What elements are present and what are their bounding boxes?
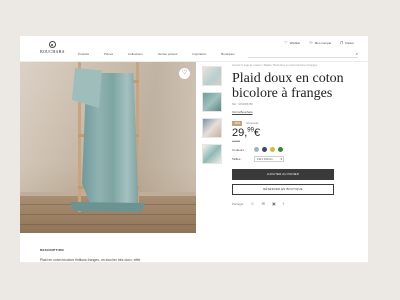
thumbnail-image[interactable] <box>202 118 222 138</box>
browser-window: BOUCHARA Produits Pièces Collections Ven… <box>20 36 368 262</box>
nav-item-collections[interactable]: Collections <box>128 52 143 56</box>
share-row: Partager ☺ ✉ ▣ f <box>232 201 358 206</box>
product-price: 29,99€ <box>232 127 358 139</box>
header-utilities: ♡ Wishlist ⚇ Mon compte ⊓ Panier <box>275 40 354 45</box>
badge-row: -30% Nouveauté <box>232 121 358 126</box>
size-label: Tailles : <box>232 157 243 161</box>
old-price: 42,99€ <box>232 140 240 143</box>
nav-item-pieces[interactable]: Pièces <box>104 52 113 56</box>
nav-item-boutiques[interactable]: Boutiques <box>221 52 234 56</box>
heart-icon: ♡ <box>181 70 188 76</box>
color-swatch-navy[interactable] <box>262 147 267 152</box>
site-header: BOUCHARA Produits Pièces Collections Ven… <box>20 36 368 62</box>
wishlist-label: Wishlist <box>289 40 301 45</box>
cart-label: Panier <box>345 40 354 45</box>
share-label: Partager <box>232 201 244 206</box>
account-label: Mon compte <box>314 40 332 45</box>
color-selector: Couleurs : <box>232 147 358 152</box>
color-swatch-green[interactable] <box>278 147 283 152</box>
size-selector: Tailles : 130 x 160 cm ▾ <box>232 156 358 162</box>
thumbnail-image[interactable] <box>202 92 222 112</box>
color-swatch-yellow[interactable] <box>270 147 275 152</box>
price-main: 29, <box>232 127 248 139</box>
nav-item-produits[interactable]: Produits <box>78 52 89 56</box>
user-icon: ⚇ <box>309 40 313 45</box>
search-input[interactable]: ⌕ <box>248 51 358 58</box>
color-label: Couleurs : <box>232 147 246 152</box>
product-info: Accueil / Linge de maison / Plaids / Pla… <box>232 64 358 206</box>
breadcrumb[interactable]: Accueil / Linge de maison / Plaids / Pla… <box>232 64 358 67</box>
color-swatch-blue[interactable] <box>254 147 259 152</box>
product-title: Plaid doux en coton bicolore à franges <box>232 71 344 101</box>
image-thumbnails <box>202 66 222 170</box>
description-title: DESCRIPTION <box>40 248 64 252</box>
price-currency: € <box>253 127 261 139</box>
chevron-down-icon: ▾ <box>280 157 282 161</box>
product-description: DESCRIPTION Plaid en coton bicolore fini… <box>40 248 340 262</box>
blanket-fringe <box>70 202 145 212</box>
heart-icon: ♡ <box>284 40 288 45</box>
thumbnail-image[interactable] <box>202 66 222 86</box>
bag-icon: ⊓ <box>340 40 344 45</box>
main-nav: Produits Pièces Collections Ventes privé… <box>78 52 250 56</box>
add-to-cart-button[interactable]: AJOUTER AU PANIER <box>232 169 334 180</box>
brand-link[interactable]: Voir la Bouchara <box>232 110 358 114</box>
size-value: 130 x 160 cm <box>257 158 273 161</box>
add-to-wishlist-button[interactable]: ♡ <box>179 68 190 79</box>
product-main-image[interactable]: ♡ <box>20 62 196 233</box>
brand-logo[interactable]: BOUCHARA <box>40 41 65 54</box>
account-link[interactable]: ⚇ Mon compte <box>309 40 331 45</box>
logo-text: BOUCHARA <box>40 49 65 54</box>
discount-badge: -30% <box>232 121 243 126</box>
pinterest-icon[interactable]: ☺ <box>251 201 255 206</box>
search-icon[interactable]: ⌕ <box>356 51 358 56</box>
wishlist-link[interactable]: ♡ Wishlist <box>284 40 300 45</box>
logo-icon <box>48 41 56 48</box>
instagram-icon[interactable]: ▣ <box>272 201 276 206</box>
size-dropdown[interactable]: 130 x 160 cm ▾ <box>254 156 284 162</box>
cart-link[interactable]: ⊓ Panier <box>340 40 354 45</box>
facebook-icon[interactable]: f <box>283 201 284 206</box>
nav-item-ventes-privees[interactable]: Ventes privées <box>158 52 178 56</box>
reserve-in-store-button[interactable]: RÉSERVER EN BOUTIQUE <box>232 184 334 195</box>
price-cents: 99 <box>247 127 254 134</box>
email-icon[interactable]: ✉ <box>262 201 265 206</box>
description-text: Plaid en coton bicolore finitions frange… <box>40 258 141 262</box>
thumbnail-image[interactable] <box>202 144 222 164</box>
nav-item-inspiration[interactable]: Inspiration <box>192 52 206 56</box>
product-reference: Réf : 1003456789 <box>232 103 253 106</box>
badge-note: Nouveauté <box>246 122 259 125</box>
